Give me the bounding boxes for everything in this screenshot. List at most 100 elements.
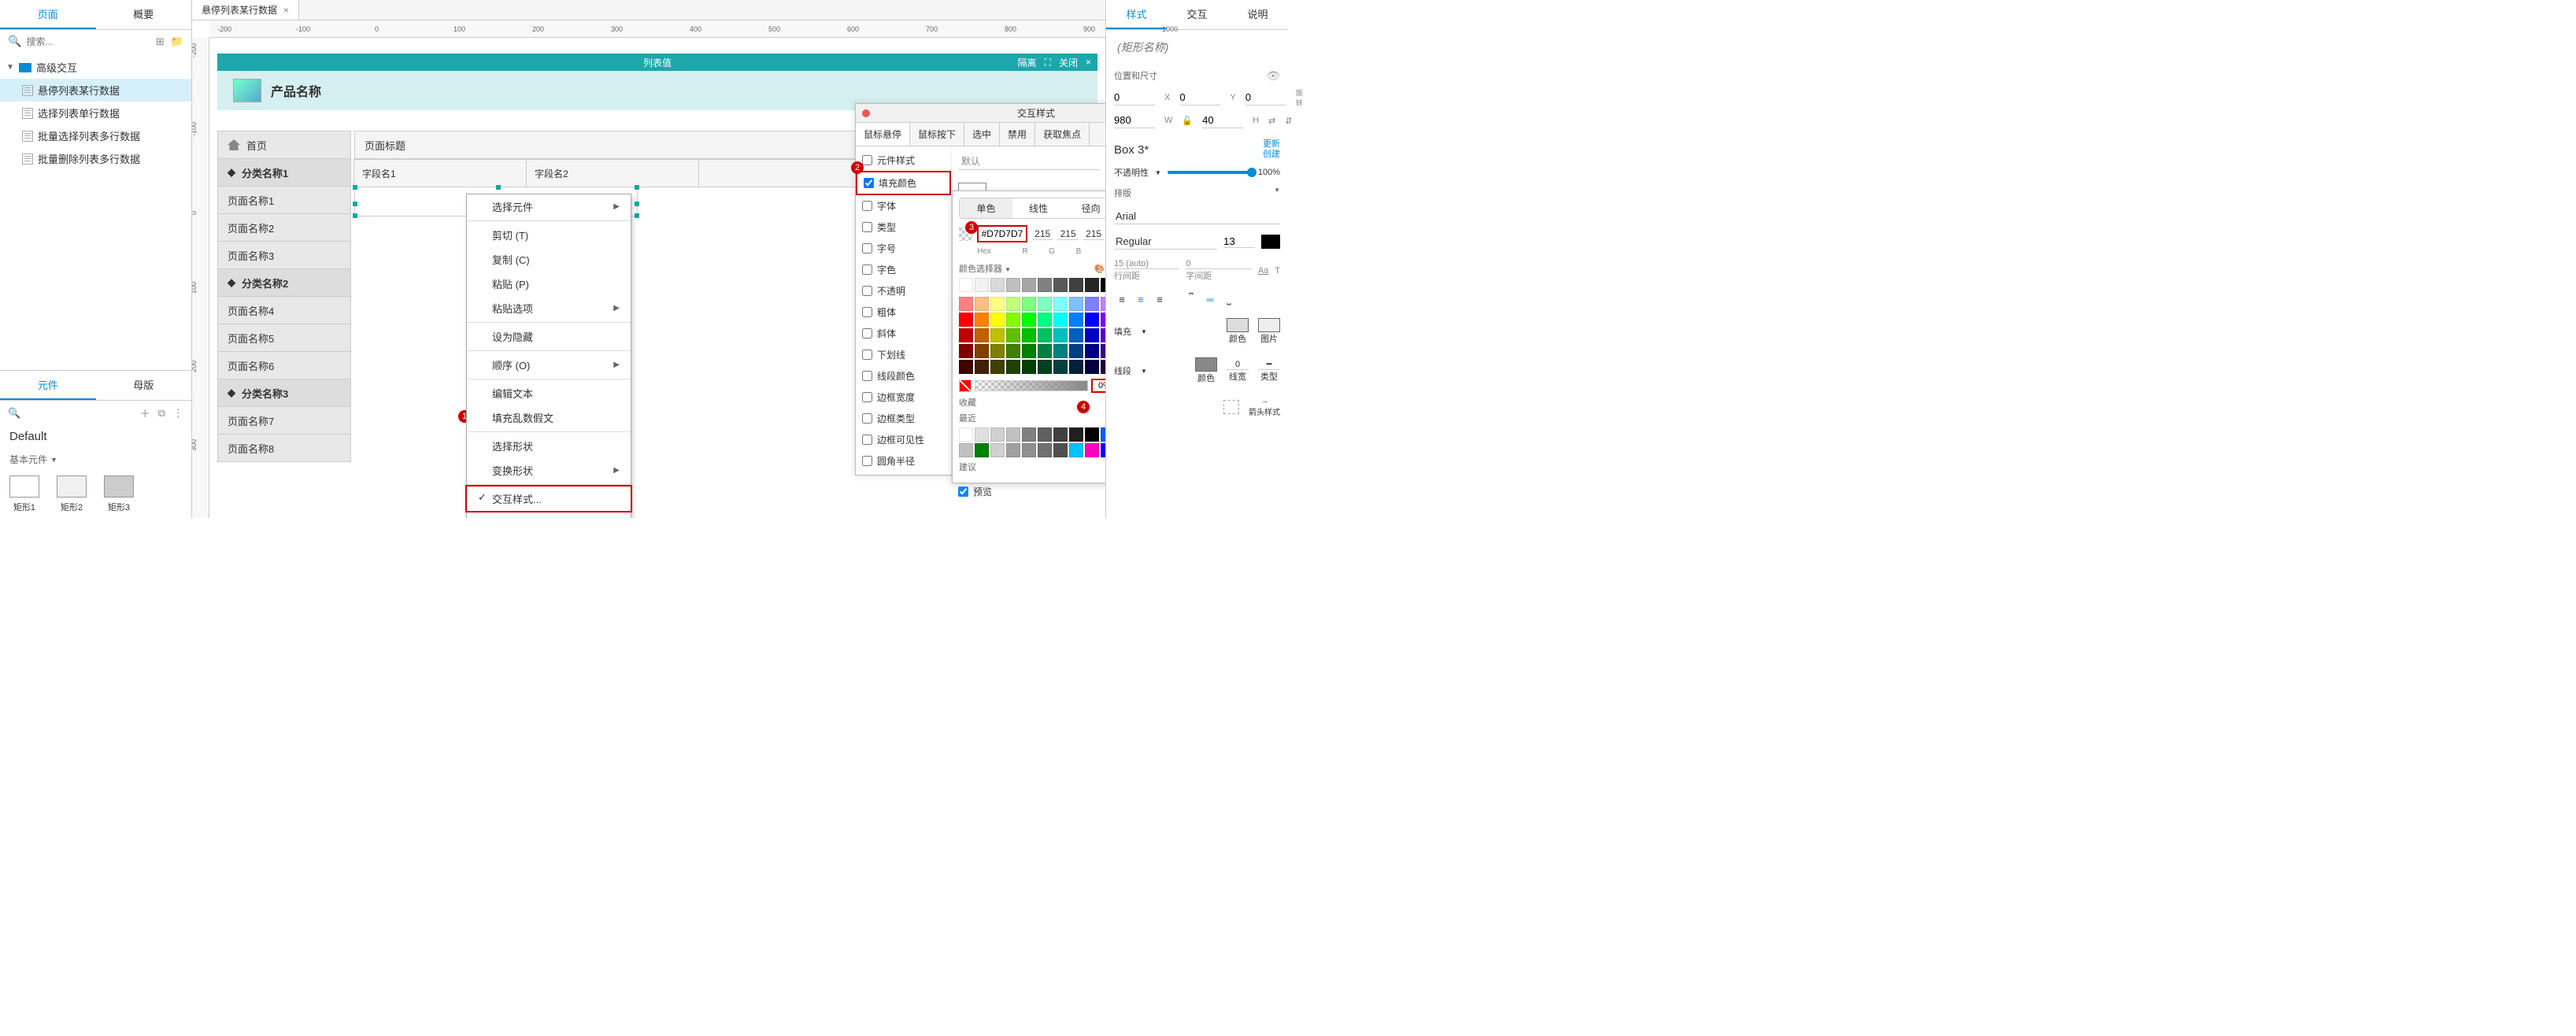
color-swatch[interactable] xyxy=(1022,344,1036,358)
color-swatch[interactable] xyxy=(1101,278,1105,292)
color-swatch[interactable] xyxy=(1038,328,1052,342)
ctx-menu-item[interactable]: 剪切 (T) xyxy=(467,223,631,247)
recent-color-swatch[interactable] xyxy=(990,443,1005,457)
tab-pages[interactable]: 页面 xyxy=(0,0,96,29)
sidebar-item[interactable]: 页面名称3 xyxy=(217,241,351,269)
tab-mousedown[interactable]: 鼠标按下 xyxy=(910,123,964,146)
color-swatch[interactable] xyxy=(1053,328,1068,342)
close-dot-icon[interactable] xyxy=(862,109,870,117)
color-swatch[interactable] xyxy=(1101,297,1105,311)
line-width-input[interactable]: 0 xyxy=(1227,360,1249,370)
color-swatch[interactable] xyxy=(1069,328,1083,342)
color-swatch[interactable] xyxy=(975,344,989,358)
preview-checkbox[interactable]: 预览 xyxy=(958,485,992,498)
color-swatch[interactable] xyxy=(1085,278,1099,292)
ctx-menu-item[interactable]: 粘贴选项▶ xyxy=(467,296,631,320)
color-swatch[interactable] xyxy=(1022,297,1036,311)
page-item[interactable]: 选择列表单行数据 xyxy=(0,102,191,124)
color-swatch[interactable] xyxy=(1085,328,1099,342)
color-swatch[interactable] xyxy=(1038,313,1052,327)
color-swatch[interactable] xyxy=(990,297,1005,311)
property-check[interactable]: 字色 xyxy=(856,259,951,280)
page-item[interactable]: 批量选择列表多行数据 xyxy=(0,124,191,147)
tree-folder-row[interactable]: ▼ 高级交互 xyxy=(0,56,191,79)
color-swatch[interactable] xyxy=(1006,344,1020,358)
recent-color-swatch[interactable] xyxy=(1069,427,1083,442)
property-check[interactable]: 边框可见性 xyxy=(856,429,951,450)
color-swatch[interactable] xyxy=(1022,328,1036,342)
folder-icon[interactable]: 📁 xyxy=(171,35,183,48)
doc-tab[interactable]: 悬停列表某行数据 × xyxy=(192,0,299,20)
lock-icon[interactable]: 🔓 xyxy=(1182,116,1193,126)
color-swatch[interactable] xyxy=(990,328,1005,342)
color-swatch[interactable] xyxy=(1006,313,1020,327)
recent-color-swatch[interactable] xyxy=(1022,427,1036,442)
ctx-menu-item[interactable]: 编辑文本 xyxy=(467,381,631,405)
property-check[interactable]: 圆角半径 xyxy=(856,450,951,472)
color-swatch[interactable] xyxy=(1101,344,1105,358)
valign-top[interactable]: ⎴ xyxy=(1183,291,1199,307)
create-style[interactable]: 创建 xyxy=(1263,150,1280,160)
property-check[interactable]: 字号 xyxy=(856,238,951,259)
align-left[interactable]: ≡ xyxy=(1114,291,1130,307)
tab-selected[interactable]: 选中 xyxy=(964,123,1000,146)
recent-color-swatch[interactable] xyxy=(975,443,989,457)
search-input[interactable] xyxy=(26,36,150,47)
valign-bottom[interactable]: ⎵ xyxy=(1221,291,1237,307)
text-shadow-icon[interactable]: T xyxy=(1275,266,1280,276)
tab-masters[interactable]: 母版 xyxy=(96,371,192,400)
recent-color-swatch[interactable] xyxy=(1085,427,1099,442)
sidebar-item[interactable]: 页面名称6 xyxy=(217,351,351,379)
color-swatch[interactable] xyxy=(990,313,1005,327)
ctx-menu-item[interactable]: 选择元件▶ xyxy=(467,194,631,219)
color-swatch[interactable] xyxy=(975,328,989,342)
color-swatch[interactable] xyxy=(1101,313,1105,327)
canvas[interactable]: 列表值 隔离 ⛶ 关闭 × 产品名称 首页 ◆分类名称1 页面名称1 xyxy=(209,38,1105,518)
tab-notes[interactable]: 说明 xyxy=(1227,0,1288,29)
isolate-button[interactable]: 隔离 xyxy=(1018,56,1037,69)
color-swatch[interactable] xyxy=(975,313,989,327)
no-color-icon[interactable] xyxy=(959,379,972,392)
color-swatch[interactable] xyxy=(1069,360,1083,374)
palette-icon[interactable]: 🎨 xyxy=(1094,264,1105,274)
color-swatch[interactable] xyxy=(1022,360,1036,374)
sidebar-item[interactable]: 页面名称4 xyxy=(217,296,351,324)
r-value[interactable]: 215 xyxy=(1032,228,1053,240)
color-swatch[interactable] xyxy=(975,297,989,311)
ctx-menu-item[interactable]: 粘贴 (P) xyxy=(467,272,631,296)
close-icon[interactable]: × xyxy=(283,5,289,16)
sidebar-item[interactable]: 页面名称7 xyxy=(217,406,351,435)
property-check[interactable]: 填充颜色 xyxy=(856,171,951,195)
color-swatch[interactable] xyxy=(1101,360,1105,374)
recent-color-swatch[interactable] xyxy=(1022,443,1036,457)
color-swatch[interactable] xyxy=(1085,360,1099,374)
color-swatch[interactable] xyxy=(1053,313,1068,327)
sidebar-item[interactable]: 页面名称1 xyxy=(217,186,351,214)
ctx-menu-item[interactable]: 禁用 xyxy=(467,511,631,518)
font-family-select[interactable]: Arial xyxy=(1114,209,1280,224)
color-swatch[interactable] xyxy=(959,344,973,358)
column-header[interactable]: 字段名2 xyxy=(526,159,699,187)
color-swatch[interactable] xyxy=(1101,328,1105,342)
color-swatch[interactable] xyxy=(959,328,973,342)
color-swatch[interactable] xyxy=(1006,328,1020,342)
sidebar-home[interactable]: 首页 xyxy=(217,131,351,159)
tab-hover[interactable]: 鼠标悬停 xyxy=(856,123,910,146)
height-input[interactable] xyxy=(1202,113,1243,128)
close-x-icon[interactable]: × xyxy=(1086,57,1091,68)
property-check[interactable]: 元件样式 xyxy=(856,150,951,171)
tab-solid[interactable]: 单色 xyxy=(960,198,1012,218)
recent-color-swatch[interactable] xyxy=(990,427,1005,442)
color-swatch[interactable] xyxy=(975,278,989,292)
color-swatch[interactable] xyxy=(990,344,1005,358)
color-swatch[interactable] xyxy=(1038,360,1052,374)
tab-outline[interactable]: 概要 xyxy=(96,0,192,29)
align-center[interactable]: ≡ xyxy=(1133,291,1149,307)
color-swatch[interactable] xyxy=(1038,344,1052,358)
more-icon[interactable]: ⋮ xyxy=(173,407,183,420)
sidebar-category[interactable]: ◆分类名称3 xyxy=(217,379,351,407)
basic-widgets-label[interactable]: 基本元件▼ xyxy=(0,448,191,471)
flip-h-icon[interactable]: ⇄ xyxy=(1268,116,1275,126)
x-input[interactable] xyxy=(1114,90,1155,105)
library-name[interactable]: Default xyxy=(0,425,191,448)
